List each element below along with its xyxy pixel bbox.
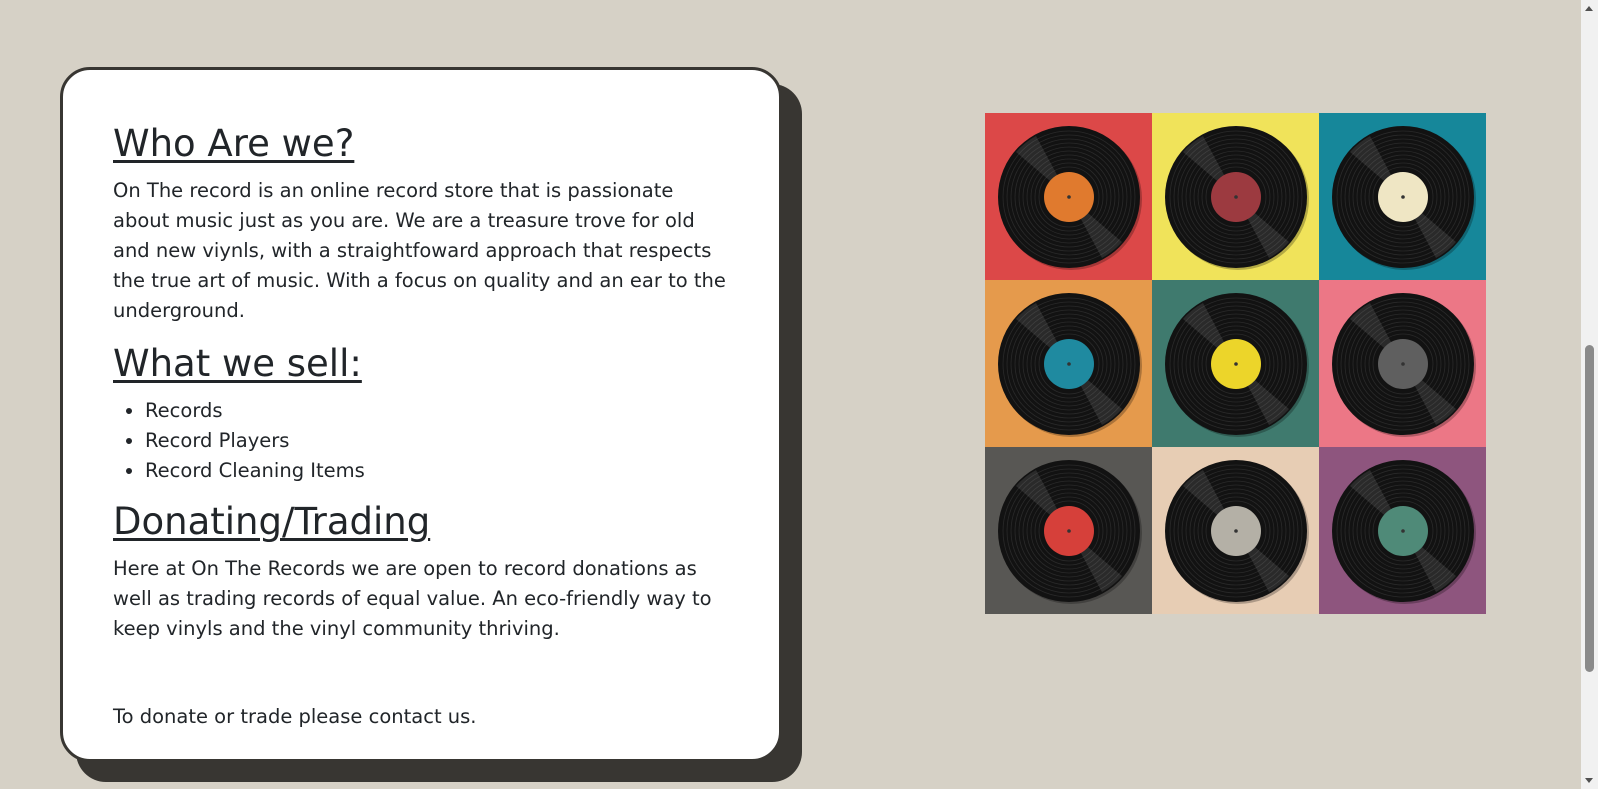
sell-list: Records Record Players Record Cleaning I…: [113, 396, 731, 486]
info-card: Who Are we? On The record is an online r…: [60, 67, 782, 762]
vinyl-record-icon: [1164, 125, 1309, 270]
vinyl-record-icon: [997, 125, 1142, 270]
record-tile: [985, 113, 1152, 280]
donate-heading: Donating/Trading: [113, 500, 431, 543]
vinyl-record-icon: [1164, 292, 1309, 437]
record-tile: [1319, 280, 1486, 447]
vinyl-record-icon: [997, 292, 1142, 437]
vinyl-record-icon: [1331, 459, 1476, 604]
record-tile: [985, 280, 1152, 447]
record-tile: [1319, 113, 1486, 280]
vinyl-record-icon: [1164, 459, 1309, 604]
about-heading: Who Are we?: [113, 122, 355, 165]
vinyl-record-icon: [1331, 292, 1476, 437]
page: Who Are we? On The record is an online r…: [0, 0, 1598, 789]
vinyl-record-icon: [997, 459, 1142, 604]
vinyl-records-image: [985, 113, 1486, 614]
vinyl-record-icon: [1331, 125, 1476, 270]
record-tile: [985, 447, 1152, 614]
about-text: On The record is an online record store …: [113, 179, 726, 322]
record-tile: [1152, 113, 1319, 280]
scrollbar-thumb[interactable]: [1585, 345, 1594, 672]
scrollbar[interactable]: [1581, 0, 1598, 789]
record-tile: [1319, 447, 1486, 614]
sell-heading: What we sell:: [113, 342, 362, 385]
record-tile: [1152, 280, 1319, 447]
list-item: Record Cleaning Items: [145, 456, 731, 486]
donate-contact: To donate or trade please contact us.: [113, 705, 477, 728]
donate-text: Here at On The Records we are open to re…: [113, 557, 712, 640]
list-item: Record Players: [145, 426, 731, 456]
record-tile: [1152, 447, 1319, 614]
scroll-down-icon[interactable]: [1585, 778, 1593, 783]
list-item: Records: [145, 396, 731, 426]
scroll-up-icon[interactable]: [1585, 6, 1593, 11]
